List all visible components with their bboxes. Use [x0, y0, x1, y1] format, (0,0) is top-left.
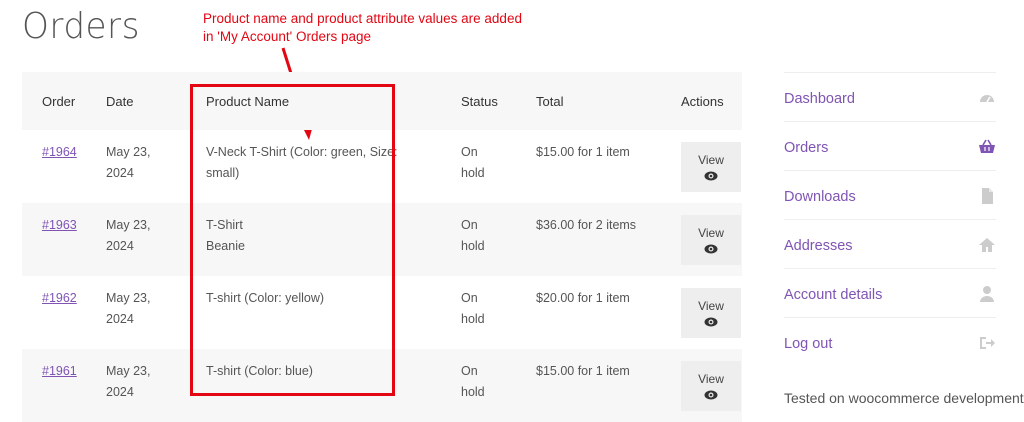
order-status: On: [461, 218, 478, 232]
eye-icon: [704, 244, 718, 254]
dashboard-icon: [980, 95, 994, 103]
product-name-cont: small): [206, 166, 240, 180]
order-date-year: 2024: [106, 166, 134, 180]
home-icon: [979, 238, 995, 252]
product-name: V-Neck T-Shirt (Color: green, Size:: [206, 145, 398, 159]
view-label: View: [698, 372, 724, 386]
account-navigation: Dashboard Orders Downloads Addresses Acc…: [784, 72, 996, 366]
eye-icon: [704, 171, 718, 181]
order-total: $15.00 for 1 item: [536, 145, 630, 159]
sidebar-item-label: Addresses: [784, 238, 853, 254]
order-total: $15.00 for 1 item: [516, 349, 661, 422]
eye-icon: [704, 317, 718, 327]
view-button[interactable]: View: [681, 361, 741, 411]
annotation-note: Product name and product attribute value…: [203, 10, 603, 46]
order-link[interactable]: #1961: [42, 364, 77, 378]
order-total: $36.00 for 2 items: [516, 203, 661, 276]
product-name: T-shirt (Color: blue): [206, 364, 313, 378]
table-header-row: Order Date Product Name Status Total Act…: [22, 72, 742, 130]
table-row: #1963 May 23, 2024 T-Shirt Beanie On hold $…: [22, 203, 742, 276]
sign-out-icon: [980, 337, 995, 349]
header-order: Order: [22, 72, 86, 130]
view-label: View: [698, 299, 724, 313]
order-link[interactable]: #1964: [42, 145, 77, 159]
page-title: Orders: [22, 6, 140, 47]
sidebar-item-label: Orders: [784, 140, 829, 156]
order-status: On: [461, 364, 478, 378]
header-total: Total: [516, 72, 661, 130]
order-link[interactable]: #1962: [42, 291, 77, 305]
header-status: Status: [441, 72, 516, 130]
order-date: May 23,: [106, 145, 151, 159]
header-product-name: Product Name: [186, 72, 441, 130]
sidebar-item-log-out[interactable]: Log out: [784, 317, 996, 366]
order-date: May 23,: [106, 291, 151, 305]
view-label: View: [698, 153, 724, 167]
sidebar-item-orders[interactable]: Orders: [784, 121, 996, 170]
orders-table: Order Date Product Name Status Total Act…: [22, 72, 742, 422]
order-status: On: [461, 145, 478, 159]
sidebar-item-dashboard[interactable]: Dashboard: [784, 72, 996, 121]
view-button[interactable]: View: [681, 142, 741, 192]
sidebar-item-downloads[interactable]: Downloads: [784, 170, 996, 219]
order-status-cont: hold: [461, 166, 485, 180]
basket-icon: [979, 139, 995, 153]
annotation-line-2: in 'My Account' Orders page: [203, 29, 371, 44]
sidebar-item-label: Log out: [784, 336, 833, 352]
sidebar-item-label: Dashboard: [784, 91, 855, 107]
table-row: #1962 May 23, 2024 T-shirt (Color: yellow…: [22, 276, 742, 349]
sidebar-footnote: Tested on woocommerce development: [784, 390, 1024, 406]
header-date: Date: [86, 72, 186, 130]
order-status: On: [461, 291, 478, 305]
sidebar-item-label: Downloads: [784, 189, 856, 205]
sidebar-item-addresses[interactable]: Addresses: [784, 219, 996, 268]
order-status-cont: hold: [461, 239, 485, 253]
header-actions: Actions: [661, 72, 742, 130]
table-row: #1964 May 23, 2024 V-Neck T-Shirt (Color:…: [22, 130, 742, 203]
order-date: May 23,: [106, 364, 151, 378]
order-status-cont: hold: [461, 312, 485, 326]
file-icon: [982, 188, 993, 204]
eye-icon: [704, 390, 718, 400]
product-name-cont: Beanie: [206, 239, 245, 253]
view-button[interactable]: View: [681, 215, 741, 265]
order-total: $20.00 for 1 item: [536, 291, 630, 305]
sidebar-item-label: Account details: [784, 287, 883, 303]
table-row: #1961 May 23, 2024 T-shirt (Color: blue) …: [22, 349, 742, 422]
order-date-year: 2024: [106, 312, 134, 326]
order-date-year: 2024: [106, 239, 134, 253]
sidebar-item-account-details[interactable]: Account details: [784, 268, 996, 317]
annotation-line-1: Product name and product attribute value…: [203, 11, 522, 26]
order-date: May 23,: [106, 218, 151, 232]
product-name: T-Shirt: [206, 218, 243, 232]
user-icon: [980, 286, 994, 302]
view-label: View: [698, 226, 724, 240]
view-button[interactable]: View: [681, 288, 741, 338]
product-name: T-shirt (Color: yellow): [206, 291, 325, 305]
order-link[interactable]: #1963: [42, 218, 77, 232]
